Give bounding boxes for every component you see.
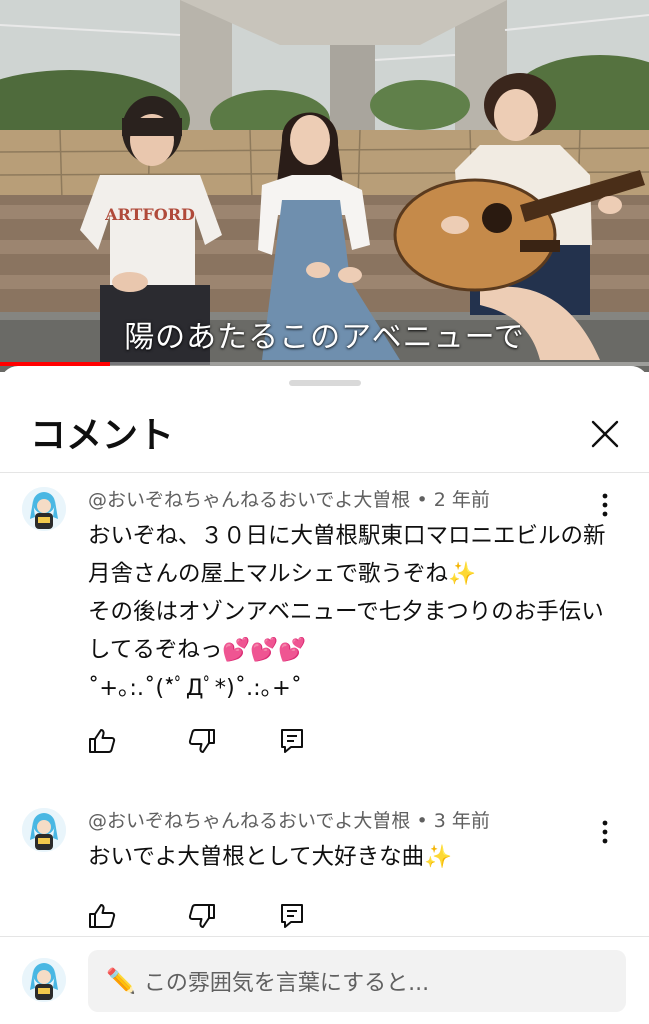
video-player[interactable]: ARTFORD 陽のあたるこのアベニューで xyxy=(0,0,649,372)
comment-time: 3 年前 xyxy=(433,810,490,832)
like-button[interactable] xyxy=(86,725,118,757)
reply-icon xyxy=(281,729,303,753)
reply-icon xyxy=(281,904,303,928)
dislike-icon xyxy=(188,904,215,928)
comment-time: 2 年前 xyxy=(433,489,490,511)
meta-separator: • xyxy=(410,489,434,511)
svg-text:ARTFORD: ARTFORD xyxy=(104,205,195,224)
comment-input[interactable]: ✏️ この雰囲気を言葉にすると... xyxy=(88,950,626,1012)
reply-button[interactable] xyxy=(276,900,308,932)
close-button[interactable] xyxy=(582,411,628,457)
comment-author[interactable]: @おいぞねちゃんねるおいでよ大曽根 xyxy=(88,810,410,832)
avatar[interactable] xyxy=(22,808,66,852)
input-divider xyxy=(0,936,649,937)
channel-mascot-icon xyxy=(22,958,66,1002)
like-icon xyxy=(89,729,116,753)
current-user-avatar xyxy=(22,958,66,1002)
comment-more-button[interactable] xyxy=(590,814,620,850)
more-vert-icon xyxy=(602,820,608,844)
comment-meta: @おいぞねちゃんねるおいでよ大曽根 • 2 年前 xyxy=(88,485,490,512)
like-button[interactable] xyxy=(86,900,118,932)
like-icon xyxy=(89,904,116,928)
header-divider xyxy=(0,472,649,473)
drag-handle[interactable] xyxy=(289,380,361,386)
dislike-icon xyxy=(188,729,215,753)
dislike-button[interactable] xyxy=(186,900,218,932)
comment-text: おいでよ大曽根として大好きな曲✨ xyxy=(88,844,453,870)
avatar[interactable] xyxy=(22,487,66,531)
comment-author[interactable]: @おいぞねちゃんねるおいでよ大曽根 xyxy=(88,489,410,511)
video-subtitle: 陽のあたるこのアベニューで xyxy=(124,320,525,355)
pencil-icon: ✏️ xyxy=(106,967,136,995)
comment-more-button[interactable] xyxy=(590,487,620,523)
close-icon xyxy=(591,420,619,448)
comment-text: おいぞね、３０日に大曽根駅東口マロニエビルの新月舎さんの屋上マルシェで歌うぞね✨… xyxy=(88,523,606,701)
more-vert-icon xyxy=(602,493,608,517)
channel-mascot-icon xyxy=(22,808,66,852)
channel-mascot-icon xyxy=(22,487,66,531)
reply-button[interactable] xyxy=(276,725,308,757)
comment-meta: @おいぞねちゃんねるおいでよ大曽根 • 3 年前 xyxy=(88,806,490,833)
sheet-title: コメント xyxy=(30,415,175,456)
comment-input-placeholder: この雰囲気を言葉にすると... xyxy=(143,971,430,996)
meta-separator: • xyxy=(410,810,434,832)
dislike-button[interactable] xyxy=(186,725,218,757)
